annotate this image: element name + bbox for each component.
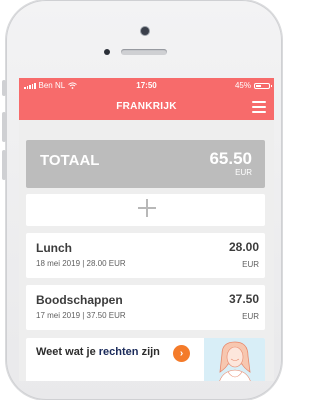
battery-percent: 45%: [234, 81, 251, 90]
plus-icon: [138, 199, 156, 217]
app-screen: Ben NL 17:50 45% FRANKRIJK TOTAAL 65.50 …: [19, 78, 274, 381]
total-card: TOTAAL 65.50 EUR: [26, 140, 265, 188]
promo-text-bold: rechten: [98, 346, 139, 358]
battery-group: 45%: [234, 81, 272, 90]
menu-icon[interactable]: [252, 101, 266, 113]
rights-promo-banner[interactable]: Weet wat je rechten zijn ›: [26, 338, 265, 381]
status-bar: Ben NL 17:50 45%: [19, 78, 274, 94]
total-currency: EUR: [235, 168, 252, 177]
expense-currency: EUR: [242, 312, 259, 321]
expense-item[interactable]: Boodschappen 17 mei 2019 | 37.50 EUR 37.…: [26, 285, 265, 330]
woman-illustration: [219, 341, 251, 381]
earpiece-speaker: [121, 49, 167, 55]
volume-down-button: [2, 150, 6, 180]
page-title: FRANKRIJK: [116, 101, 177, 112]
promo-text-start: Weet wat je: [36, 346, 99, 358]
battery-fill: [256, 84, 262, 87]
nav-bar: FRANKRIJK: [19, 94, 274, 120]
expense-name: Lunch: [36, 241, 72, 255]
promo-arrow-button[interactable]: ›: [173, 345, 190, 362]
proximity-sensor: [104, 49, 110, 55]
expense-name: Boodschappen: [36, 293, 123, 307]
volume-up-button: [2, 112, 6, 142]
promo-text: Weet wat je rechten zijn: [36, 346, 160, 358]
battery-icon: [254, 82, 272, 89]
mute-switch: [2, 80, 6, 96]
expense-currency: EUR: [242, 260, 259, 269]
expense-item[interactable]: Lunch 18 mei 2019 | 28.00 EUR 28.00 EUR: [26, 233, 265, 278]
promo-text-end: zijn: [138, 346, 160, 358]
expense-amount: 28.00: [228, 240, 259, 254]
add-expense-button[interactable]: [26, 194, 265, 226]
expense-subtitle: 18 mei 2019 | 28.00 EUR: [36, 259, 126, 268]
total-label: TOTAAL: [40, 152, 100, 169]
expense-subtitle: 17 mei 2019 | 37.50 EUR: [36, 311, 126, 320]
front-camera: [141, 27, 149, 35]
expense-amount: 37.50: [228, 292, 259, 306]
total-amount: 65.50: [209, 149, 252, 168]
phone-frame: Ben NL 17:50 45% FRANKRIJK TOTAAL 65.50 …: [0, 0, 288, 400]
